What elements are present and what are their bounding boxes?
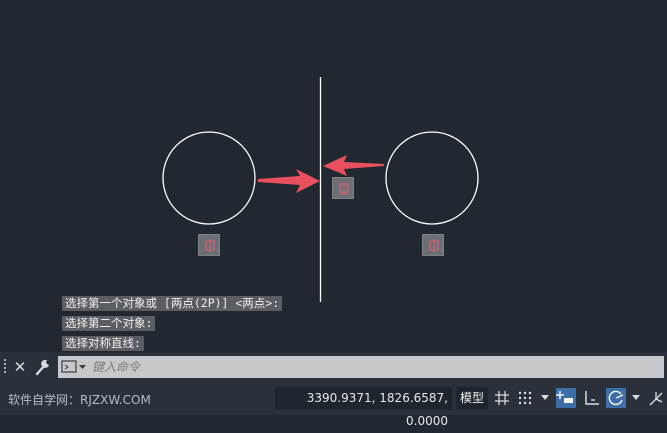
status-bar: 软件自学网：RJZXW.COM 3390.9371, 1826.6587, 0.…	[0, 382, 667, 428]
polar-tracking-icon[interactable]	[606, 388, 626, 408]
coordinate-readout[interactable]: 3390.9371, 1826.6587, 0.0000	[275, 387, 452, 428]
polar-dropdown-icon[interactable]	[632, 395, 640, 400]
tangent-snap-marker	[422, 234, 444, 256]
arrow-to-line-right	[258, 169, 320, 193]
ortho-mode-icon[interactable]	[582, 388, 602, 408]
isodraft-icon[interactable]	[646, 388, 666, 408]
grid-icon[interactable]	[492, 388, 512, 408]
command-history-line: 选择对称直线:	[62, 336, 144, 351]
command-input-box[interactable]	[58, 356, 664, 378]
watermark-text: 软件自学网：RJZXW.COM	[8, 393, 151, 407]
tangent-snap-marker	[332, 177, 354, 199]
model-tab[interactable]: 模型	[456, 387, 488, 410]
drawing-canvas[interactable]: 选择第一个对象或 [两点(2P)] <两点>: 选择第二个对象: 选择对称直线:	[0, 0, 667, 352]
close-icon[interactable]: ✕	[11, 357, 29, 377]
right-circle[interactable]	[385, 131, 479, 225]
wrench-icon[interactable]	[34, 357, 52, 377]
arrow-to-line-left	[323, 155, 384, 176]
snap-glyph-icon	[339, 182, 349, 195]
command-line-bar: ✕	[0, 352, 667, 382]
command-history-line: 选择第一个对象或 [两点(2P)] <两点>:	[62, 296, 283, 311]
left-circle[interactable]	[162, 131, 256, 225]
infer-constraints-icon[interactable]	[556, 388, 576, 408]
snap-dropdown-icon[interactable]	[541, 395, 549, 400]
drag-handle[interactable]	[3, 359, 7, 375]
snap-glyph-icon	[205, 239, 215, 252]
command-prompt-icon[interactable]	[61, 359, 87, 375]
tangent-snap-marker	[198, 234, 220, 256]
snap-mode-icon[interactable]	[515, 388, 535, 408]
command-history-line: 选择第二个对象:	[62, 316, 156, 331]
snap-glyph-icon	[429, 239, 439, 252]
command-input[interactable]	[92, 357, 652, 377]
